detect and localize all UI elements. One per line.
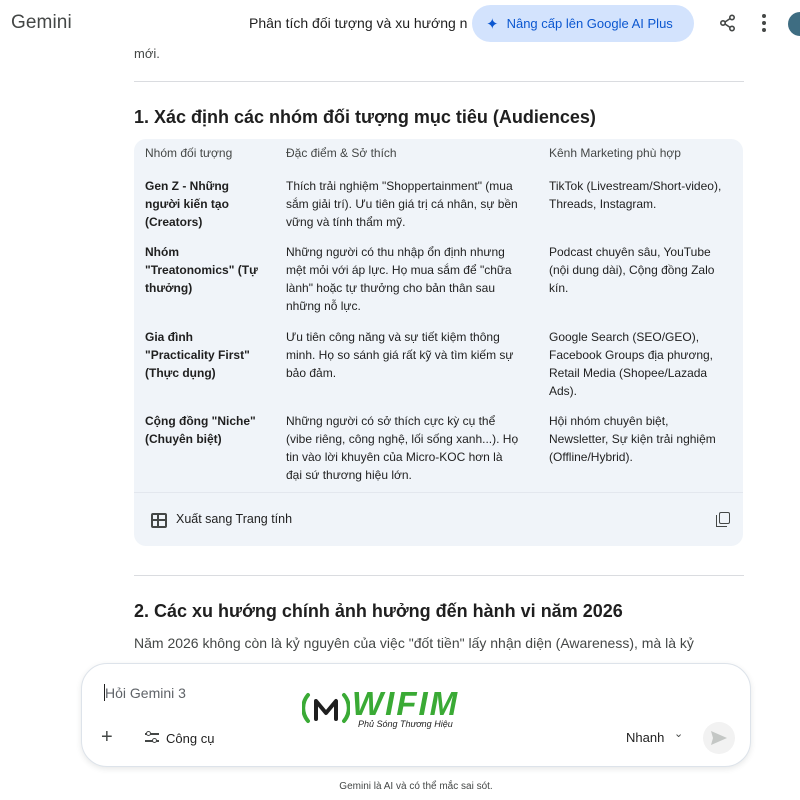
watermark-name: WIFIM bbox=[352, 685, 460, 722]
table-cell-channels: TikTok (Livestream/Short-video), Threads… bbox=[549, 177, 721, 213]
cell-line: Threads, Instagram. bbox=[549, 197, 657, 211]
mode-selector[interactable]: Nhanh bbox=[626, 730, 664, 745]
section-paragraph: Năm 2026 không còn là kỷ nguyên của việc… bbox=[134, 635, 694, 651]
cell-line: tin vào lời khuyên của Micro-KOC hơn là bbox=[286, 450, 503, 464]
export-to-sheets-button[interactable]: Xuất sang Trang tính bbox=[176, 512, 292, 526]
cell-line: Gia đình bbox=[145, 330, 193, 344]
top-bar: Gemini Phân tích đối tượng và xu hướng n… bbox=[0, 0, 800, 48]
cell-line: (Chuyên biệt) bbox=[145, 432, 222, 446]
cell-line: "Practicality First" bbox=[145, 348, 250, 362]
cell-line: vững và tính thẩm mỹ. bbox=[286, 215, 406, 229]
table-cell-traits: Những người có sở thích cực kỳ cụ thể (v… bbox=[286, 412, 518, 484]
table-header-cell: Kênh Marketing phù hợp bbox=[549, 146, 681, 160]
cell-line: (Thực dụng) bbox=[145, 366, 216, 380]
send-icon bbox=[711, 731, 727, 745]
conversation-title[interactable]: Phân tích đối tượng và xu hướng n bbox=[249, 15, 477, 31]
app-brand[interactable]: Gemini bbox=[11, 12, 72, 34]
table-cell-group: Cộng đồng "Niche" (Chuyên biệt) bbox=[145, 412, 256, 448]
table-header-cell: Đặc điểm & Sở thích bbox=[286, 146, 397, 160]
table-header-cell: Nhóm đối tượng bbox=[145, 146, 233, 160]
cell-line: Những người có sở thích cực kỳ cụ thể bbox=[286, 414, 496, 428]
cell-line: (nội dung dài), Cộng đồng Zalo bbox=[549, 263, 715, 277]
section-heading: 2. Các xu hướng chính ảnh hưởng đến hành… bbox=[134, 601, 623, 621]
cell-line: lành" hoặc tự thưởng cho bản thân sau bbox=[286, 281, 496, 295]
cell-line: Cộng đồng "Niche" bbox=[145, 414, 256, 428]
section-heading: 1. Xác định các nhóm đối tượng mục tiêu … bbox=[134, 107, 596, 127]
add-icon[interactable]: + bbox=[101, 727, 113, 747]
cell-line: minh. Họ so sánh giá rất kỹ và tìm kiếm … bbox=[286, 348, 514, 362]
table-cell-channels: Podcast chuyên sâu, YouTube (nội dung dà… bbox=[549, 243, 714, 297]
cell-line: Gen Z - Những bbox=[145, 179, 230, 193]
cell-line: Facebook Groups địa phương, bbox=[549, 348, 713, 362]
cell-line: Newsletter, Sự kiện trải nghiệm bbox=[549, 432, 716, 446]
table-cell-traits: Thích trải nghiệm "Shoppertainment" (mua… bbox=[286, 177, 518, 231]
upgrade-label: Nâng cấp lên Google AI Plus bbox=[506, 16, 673, 31]
cell-line: Retail Media (Shopee/Lazada bbox=[549, 366, 708, 380]
cell-line: Podcast chuyên sâu, YouTube bbox=[549, 245, 711, 259]
share-icon[interactable] bbox=[718, 13, 738, 33]
copy-icon[interactable] bbox=[716, 512, 730, 527]
avatar[interactable] bbox=[788, 12, 800, 36]
cell-line: đại sứ thương hiệu lớn. bbox=[286, 468, 412, 482]
table-cell-group: Nhóm "Treatonomics" (Tự thưởng) bbox=[145, 243, 258, 297]
table-cell-traits: Ưu tiên công năng và sự tiết kiệm thông … bbox=[286, 328, 513, 382]
wifi-m-logo-icon bbox=[302, 693, 350, 723]
disclaimer-text: Gemini là AI và có thể mắc sai sót. bbox=[339, 781, 493, 792]
cell-line: Thích trải nghiệm "Shoppertainment" (mua bbox=[286, 179, 513, 193]
cell-line: mệt mỏi với áp lực. Họ mua sắm để "chữa bbox=[286, 263, 512, 277]
cell-line: (vibe riêng, công nghệ, lối sống xanh...… bbox=[286, 432, 519, 446]
table-cell-traits: Những người có thu nhập ổn định nhưng mệ… bbox=[286, 243, 512, 315]
sparkle-icon: ✦ bbox=[486, 15, 499, 33]
table-cell-channels: Hội nhóm chuyên biệt, Newsletter, Sự kiệ… bbox=[549, 412, 716, 466]
divider bbox=[134, 81, 744, 82]
cell-line: Hội nhóm chuyên biệt, bbox=[549, 414, 669, 428]
upgrade-button[interactable]: ✦ Nâng cấp lên Google AI Plus bbox=[472, 5, 694, 42]
cell-line: Ads). bbox=[549, 384, 578, 398]
cell-line: "Treatonomics" (Tự bbox=[145, 263, 258, 277]
table-sheet-icon[interactable] bbox=[151, 513, 167, 528]
table-cell-channels: Google Search (SEO/GEO), Facebook Groups… bbox=[549, 328, 713, 400]
cell-line: (Creators) bbox=[145, 215, 203, 229]
table-cell-group: Gia đình "Practicality First" (Thực dụng… bbox=[145, 328, 250, 382]
cell-line: (Offline/Hybrid). bbox=[549, 450, 633, 464]
cell-line: kín. bbox=[549, 281, 569, 295]
send-button[interactable] bbox=[703, 722, 735, 754]
table-cell-group: Gen Z - Những người kiến tạo (Creators) bbox=[145, 177, 229, 231]
cell-line: người kiến tạo bbox=[145, 197, 229, 211]
divider bbox=[134, 575, 744, 576]
cell-line: sắm giải trí). Ưu tiên giá trị cá nhân, … bbox=[286, 197, 518, 211]
watermark-logo: WIFIM Phủ Sóng Thương Hiệu bbox=[302, 685, 502, 733]
cell-line: bảo đảm. bbox=[286, 366, 337, 380]
chevron-down-icon[interactable]: ⌄ bbox=[674, 727, 683, 740]
cell-line: Google Search (SEO/GEO), bbox=[549, 330, 700, 344]
cell-line: những nỗ lực. bbox=[286, 299, 361, 313]
prompt-input[interactable]: Hỏi Gemini 3 bbox=[105, 685, 186, 701]
previous-text-fragment: mới. bbox=[134, 46, 160, 61]
cell-line: Những người có thu nhập ổn định nhưng bbox=[286, 245, 505, 259]
more-options-icon[interactable] bbox=[754, 12, 774, 34]
cell-line: Ưu tiên công năng và sự tiết kiệm thông bbox=[286, 330, 500, 344]
cell-line: Nhóm bbox=[145, 245, 179, 259]
tools-button[interactable]: Công cụ bbox=[166, 731, 214, 746]
watermark-tagline: Phủ Sóng Thương Hiệu bbox=[358, 719, 453, 729]
cell-line: TikTok (Livestream/Short-video), bbox=[549, 179, 722, 193]
cell-line: thưởng) bbox=[145, 281, 193, 295]
tools-icon[interactable] bbox=[145, 731, 159, 744]
